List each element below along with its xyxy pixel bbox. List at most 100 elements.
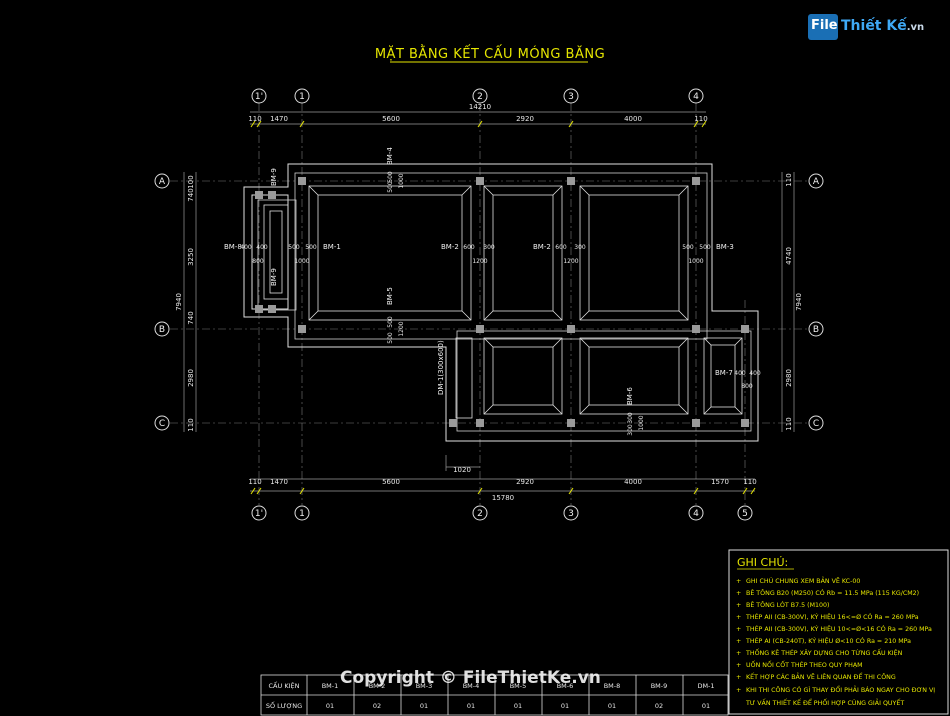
copyright-watermark: Copyright © FileThietKe.vn bbox=[340, 668, 601, 688]
table-cell: 01 bbox=[514, 702, 522, 710]
dim-left-total: 7940 bbox=[175, 293, 183, 311]
note-bullet: + bbox=[736, 662, 741, 669]
sec-dim: 600 bbox=[463, 244, 475, 251]
table-cell: 02 bbox=[373, 702, 381, 710]
axis-bubbles bbox=[154, 88, 824, 521]
sec-dim: 300 bbox=[483, 244, 495, 251]
dim-right-total: 7940 bbox=[795, 293, 803, 311]
dim-right-part: 2980 bbox=[785, 369, 793, 387]
table-cell: 01 bbox=[326, 702, 334, 710]
note-bullet: + bbox=[736, 674, 741, 681]
beam-label-bm4: BM-4 bbox=[386, 147, 394, 165]
note-item: UỐN NỐI CỐT THÉP THEO QUY PHẠM bbox=[746, 659, 863, 669]
sec-dim: 1200 bbox=[398, 321, 405, 336]
note-item: THÉP AII (CB-300V), KÝ HIỆU 10<=Ø<16 CÓ … bbox=[745, 624, 932, 633]
sec-dim: 500 bbox=[682, 244, 694, 251]
note-bullet: + bbox=[736, 687, 741, 694]
table-cell: 01 bbox=[561, 702, 569, 710]
table-row-label: SỐ LƯỢNG bbox=[266, 700, 302, 710]
axis-label: A bbox=[813, 177, 820, 187]
dim-bottom-part: 110 bbox=[248, 478, 261, 486]
axis-label: A bbox=[159, 177, 166, 187]
sec-dim: 1200 bbox=[563, 258, 578, 265]
dim-top-part: 110 bbox=[694, 115, 707, 123]
note-bullet: + bbox=[736, 626, 741, 633]
note-item: THÉP AII (CB-300V), KÝ HIỆU 16<=Ø CÓ Ra … bbox=[745, 612, 919, 621]
dim-1020: 1020 bbox=[453, 466, 471, 474]
axis-label: B bbox=[813, 325, 819, 335]
note-bullet: + bbox=[736, 650, 741, 657]
drawing-title: MẶT BẰNG KẾT CẤU MÓNG BĂNG bbox=[375, 45, 605, 62]
note-item: GHI CHÚ CHUNG XEM BẢN VẼ KC-00 bbox=[746, 576, 860, 585]
logo-brand-text: Thiết Kế.vn bbox=[841, 18, 924, 34]
table-header: BM-8 bbox=[604, 682, 621, 690]
axis-label: 1' bbox=[255, 509, 263, 519]
note-item: BÊ TÔNG B20 (M250) CÓ Rb = 11.5 MPa (115… bbox=[746, 588, 919, 597]
dimension-ticks bbox=[250, 120, 756, 495]
sec-dim: 500 bbox=[387, 316, 394, 328]
dim-left-part: 100 bbox=[187, 175, 195, 188]
sec-dim: 600 bbox=[555, 244, 567, 251]
beam-label-bm9: BM-9 bbox=[270, 168, 278, 186]
note-bullet: + bbox=[736, 614, 741, 621]
sec-dim: 500 bbox=[387, 171, 394, 183]
dim-top-part: 110 bbox=[248, 115, 261, 123]
axis-label: B bbox=[159, 325, 165, 335]
note-item: TƯ VẤN THIẾT KẾ ĐỂ PHỐI HỢP CÙNG GIẢI QU… bbox=[745, 697, 904, 707]
sec-dim: 1200 bbox=[472, 258, 487, 265]
table-cell: 01 bbox=[467, 702, 475, 710]
logo-file-text: File bbox=[811, 18, 838, 33]
footing-outer-boundary bbox=[243, 163, 759, 442]
note-bullet: + bbox=[736, 590, 741, 597]
dim-bottom-part: 2920 bbox=[516, 478, 534, 486]
site-logo[interactable]: File Thiết Kế.vn bbox=[808, 12, 938, 44]
notes-list: + GHI CHÚ CHUNG XEM BẢN VẼ KC-00 + BÊ TÔNG… bbox=[736, 576, 935, 707]
dim-left-part: 740 bbox=[187, 311, 195, 324]
logo-domain: .vn bbox=[906, 22, 925, 33]
table-header: DM-1 bbox=[697, 682, 714, 690]
sec-dim: 400 bbox=[240, 244, 252, 251]
sec-dim: 1000 bbox=[638, 415, 645, 430]
beam-label-bm8: BM-8 bbox=[224, 243, 242, 251]
dim-top-part: 4000 bbox=[624, 115, 642, 123]
note-item: KHI THI CÔNG CÓ GÌ THAY ĐỔI PHẢI BÁO NGA… bbox=[746, 684, 935, 694]
dim-right-part: 4740 bbox=[785, 247, 793, 265]
axis-label: 1 bbox=[299, 509, 305, 519]
axis-label: 4 bbox=[693, 509, 699, 519]
beam-label-dm1: DM-1(300x600) bbox=[437, 340, 445, 395]
beam-label-bm9: BM-9 bbox=[270, 268, 278, 286]
foundation-plan-drawing: MẶT BẰNG KẾT CẤU MÓNG BĂNG 1' 1 2 3 4 1'… bbox=[154, 45, 949, 716]
note-item: KẾT HỢP CÁC BẢN VẼ LIÊN QUAN ĐỂ THI CÔNG bbox=[746, 671, 896, 681]
sec-dim: 500 bbox=[387, 181, 394, 193]
dim-right-part: 110 bbox=[785, 173, 793, 186]
table-header: BM-9 bbox=[651, 682, 668, 690]
note-bullet: + bbox=[736, 578, 741, 585]
column-pads bbox=[255, 177, 749, 427]
axis-label: 1 bbox=[299, 92, 305, 102]
dim-top-part: 1470 bbox=[270, 115, 288, 123]
axis-label: 3 bbox=[568, 509, 574, 519]
dim-top-part: 5600 bbox=[382, 115, 400, 123]
axis-label: C bbox=[813, 419, 819, 429]
dim-right-part: 110 bbox=[785, 417, 793, 430]
beam-label-bm3: BM-3 bbox=[716, 243, 734, 251]
note-bullet: + bbox=[736, 638, 741, 645]
beam-label-bm1: BM-1 bbox=[323, 243, 341, 251]
sec-dim: 1000 bbox=[294, 258, 309, 265]
table-cell: 02 bbox=[655, 702, 663, 710]
axis-label: 2 bbox=[477, 92, 483, 102]
axis-label: 2 bbox=[477, 509, 483, 519]
sec-dim: 1000 bbox=[688, 258, 703, 265]
dim-bottom-part: 1570 bbox=[711, 478, 729, 486]
dim-bottom-part: 110 bbox=[743, 478, 756, 486]
sec-dim: 400 bbox=[256, 244, 268, 251]
sec-dim: 300 bbox=[574, 244, 586, 251]
beam-label-bm2: BM-2 bbox=[533, 243, 551, 251]
sec-dim: 500 bbox=[699, 244, 711, 251]
footing-panels bbox=[263, 185, 743, 419]
axis-label: C bbox=[159, 419, 165, 429]
table-header: BM-1 bbox=[322, 682, 339, 690]
dimension-texts-vertical: 100 740 3250 740 2980 110 7940 110 4740 … bbox=[175, 173, 803, 431]
dim-left-part: 3250 bbox=[187, 248, 195, 266]
dim-left-part: 2980 bbox=[187, 369, 195, 387]
